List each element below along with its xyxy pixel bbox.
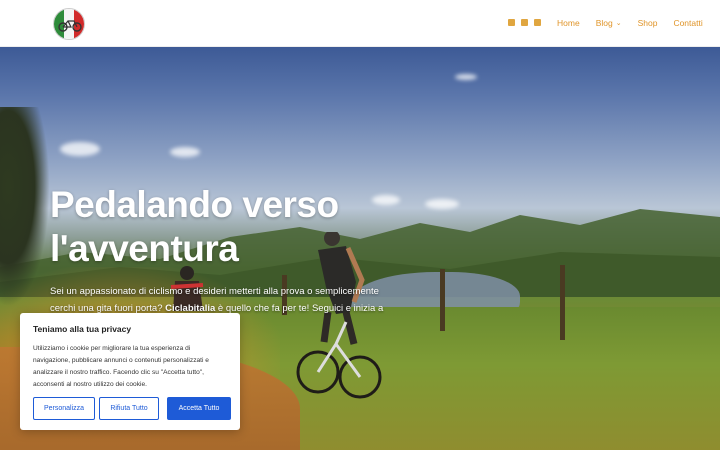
cloud <box>455 74 477 80</box>
nav-blog[interactable]: Blog ⌄ <box>596 18 622 28</box>
instagram-icon[interactable] <box>521 19 528 26</box>
customize-button[interactable]: Personalizza <box>33 397 95 420</box>
main-nav: Home Blog ⌄ Shop Contatti <box>557 18 703 28</box>
nav-home[interactable]: Home <box>557 18 580 28</box>
site-logo[interactable] <box>53 8 85 40</box>
nav-blog-label: Blog <box>595 18 613 28</box>
fence-post <box>440 269 445 331</box>
tree <box>0 107 50 307</box>
cookie-title: Teniamo alla tua privacy <box>33 324 132 334</box>
bicycle-icon <box>58 20 82 32</box>
hero-title: Pedalando verso l'avventura <box>50 184 339 269</box>
email-icon[interactable] <box>534 19 541 26</box>
cookie-text: Utilizziamo i cookie per migliorare la t… <box>33 345 209 388</box>
cloud <box>60 142 100 156</box>
cookie-consent-banner: Teniamo alla tua privacy Utilizziamo i c… <box>20 313 240 430</box>
cookie-actions: Personalizza Rifiuta Tutto Accetta Tutto <box>33 397 231 420</box>
site-header: Home Blog ⌄ Shop Contatti <box>0 0 720 47</box>
facebook-icon[interactable] <box>508 19 515 26</box>
fence-post <box>560 265 565 340</box>
cloud <box>170 147 200 157</box>
chevron-down-icon: ⌄ <box>615 20 622 27</box>
nav-shop[interactable]: Shop <box>638 18 658 28</box>
nav-home-label: Home <box>557 18 580 28</box>
accept-all-button[interactable]: Accetta Tutto <box>167 397 231 420</box>
social-links <box>508 19 541 26</box>
nav-shop-label: Shop <box>637 18 658 28</box>
nav-contatti-label: Contatti <box>673 18 703 28</box>
nav-contatti[interactable]: Contatti <box>673 18 702 28</box>
reject-all-button[interactable]: Rifiuta Tutto <box>99 397 159 420</box>
